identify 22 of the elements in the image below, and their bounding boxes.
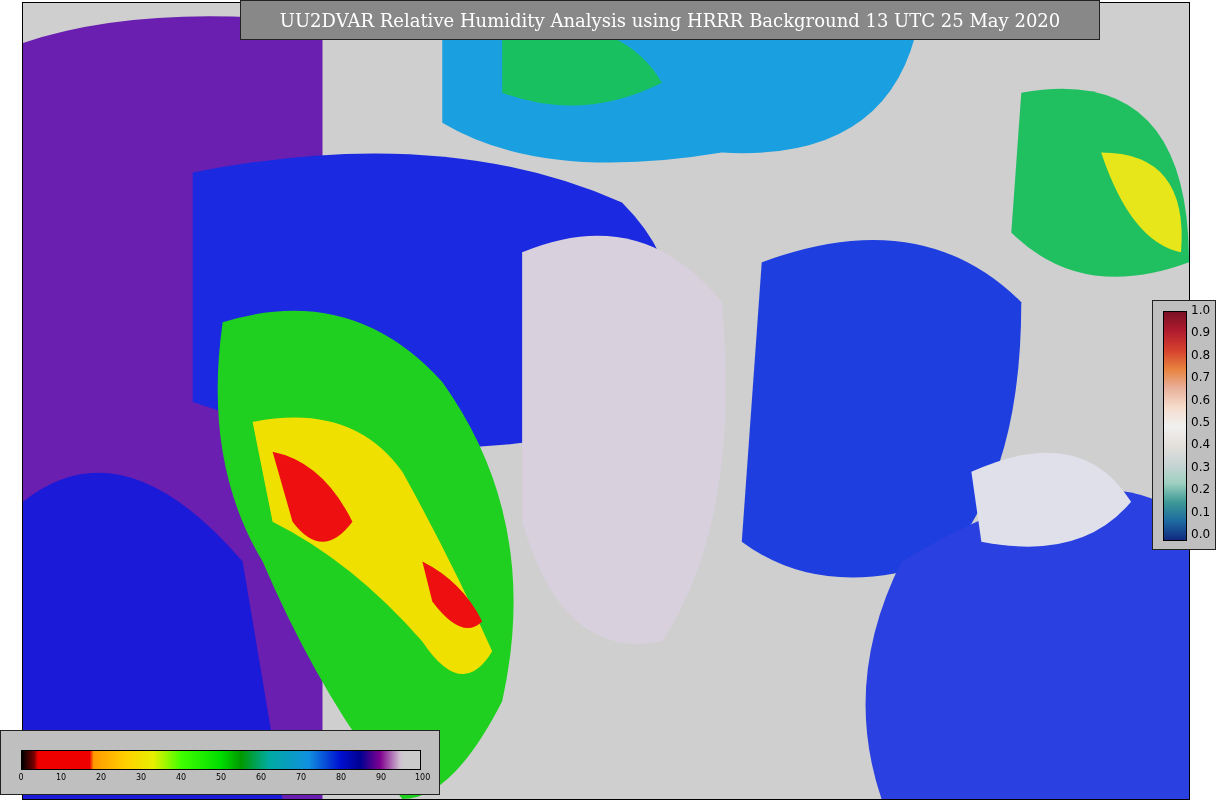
tick-label: 10	[55, 773, 67, 782]
tick-label: 0.0	[1191, 526, 1211, 541]
tick-label: 0.5	[1191, 414, 1211, 429]
tick-label: 0.2	[1191, 482, 1211, 497]
tick-label: 1.0	[1191, 303, 1211, 317]
tick-label: 70	[295, 773, 307, 782]
tick-label: 60	[255, 773, 267, 782]
tick-label: 0.4	[1191, 437, 1211, 452]
tick-label: 0.1	[1191, 504, 1211, 519]
map-title: UU2DVAR Relative Humidity Analysis using HRRR Background 13 UTC 25 May 2020	[240, 0, 1100, 40]
tick-label: 0.9	[1191, 325, 1211, 340]
tick-label: 0.3	[1191, 459, 1211, 474]
tick-label: 0	[17, 773, 25, 782]
tick-label: 90	[375, 773, 387, 782]
tick-label: 30	[135, 773, 147, 782]
tick-label: 20	[95, 773, 107, 782]
tick-label: 0.6	[1191, 392, 1211, 407]
tick-label: 0.7	[1191, 370, 1211, 385]
tick-label: 0.8	[1191, 347, 1211, 362]
tick-label: 80	[335, 773, 347, 782]
tick-label: 40	[175, 773, 187, 782]
tick-label: 50	[215, 773, 227, 782]
